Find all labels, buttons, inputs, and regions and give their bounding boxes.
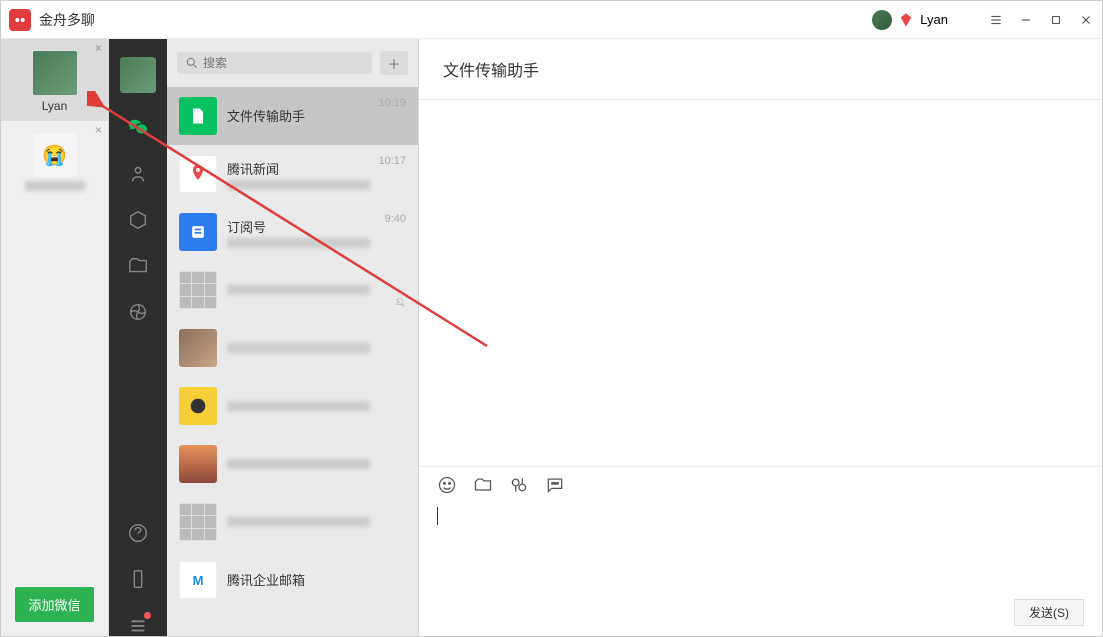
favorites-icon[interactable] xyxy=(127,209,149,231)
nav-avatar[interactable] xyxy=(120,57,156,93)
close-button[interactable] xyxy=(1078,12,1094,28)
add-chat-button[interactable]: ＋ xyxy=(380,51,408,75)
chat-avatar xyxy=(179,445,217,483)
chat-name-blurred xyxy=(227,343,370,353)
chat-time: 10:19 xyxy=(378,97,406,109)
search-icon xyxy=(185,56,199,70)
chat-avatar-news-icon xyxy=(179,155,217,193)
chat-item-tencent-news[interactable]: 腾讯新闻 10:17 xyxy=(167,145,418,203)
chat-name-blurred xyxy=(227,459,370,469)
account-item-2[interactable]: × 😭 xyxy=(1,121,108,203)
add-wechat-button[interactable]: 添加微信 xyxy=(15,587,94,622)
account-label-blurred xyxy=(25,181,85,191)
chat-time: 9:40 xyxy=(385,213,406,225)
chat-pane: 文件传输助手 发送(S) xyxy=(419,39,1102,636)
chat-icon[interactable] xyxy=(127,117,149,139)
files-icon[interactable] xyxy=(127,255,149,277)
file-icon[interactable] xyxy=(473,475,493,495)
chat-item-subscription[interactable]: 订阅号 9:40 xyxy=(167,203,418,261)
chat-item[interactable] xyxy=(167,435,418,493)
chat-avatar xyxy=(179,329,217,367)
app-title: 金舟多聊 xyxy=(39,10,95,30)
screenshot-icon[interactable] xyxy=(509,475,529,495)
chat-avatar-subscription-icon xyxy=(179,213,217,251)
chat-avatar-file-icon xyxy=(179,97,217,135)
chat-name-blurred xyxy=(227,285,370,295)
app-logo xyxy=(9,9,31,31)
chat-name-blurred xyxy=(227,517,370,527)
chat-avatar-group-icon xyxy=(179,271,217,309)
more-menu-icon[interactable] xyxy=(127,614,149,636)
chat-time: 10:17 xyxy=(378,155,406,167)
account-avatar xyxy=(33,51,77,95)
account-item-lyan[interactable]: × Lyan xyxy=(1,39,108,121)
chat-header-title: 文件传输助手 xyxy=(419,39,1102,100)
search-box[interactable] xyxy=(177,52,372,74)
mute-icon xyxy=(394,297,406,309)
chat-messages[interactable] xyxy=(419,100,1102,466)
chat-preview-blurred xyxy=(227,180,370,190)
chat-item-file-transfer[interactable]: 文件传输助手 10:19 xyxy=(167,87,418,145)
minimize-button[interactable] xyxy=(1018,12,1034,28)
user-name-label: Lyan xyxy=(920,12,948,27)
phone-icon[interactable] xyxy=(127,568,149,590)
account-close-icon[interactable]: × xyxy=(95,41,102,55)
accounts-sidebar: × Lyan × 😭 添加微信 xyxy=(1,39,109,636)
chat-preview-blurred xyxy=(227,238,370,248)
chat-name-blurred xyxy=(227,401,370,411)
chat-item[interactable] xyxy=(167,319,418,377)
account-avatar: 😭 xyxy=(33,133,77,177)
moments-icon[interactable] xyxy=(127,301,149,323)
chat-avatar-mail-icon: M xyxy=(179,561,217,599)
chat-input-area[interactable] xyxy=(419,503,1102,599)
wechat-nav xyxy=(109,39,167,636)
chat-name: 订阅号 xyxy=(227,217,406,236)
chat-toolbar xyxy=(419,466,1102,503)
chat-name: 腾讯企业邮箱 xyxy=(227,570,406,589)
chat-list: ＋ 文件传输助手 10:19 腾讯新闻 xyxy=(167,39,419,636)
account-close-icon[interactable]: × xyxy=(95,123,102,137)
chat-avatar-group-icon xyxy=(179,503,217,541)
user-info[interactable]: Lyan xyxy=(872,10,948,30)
search-input[interactable] xyxy=(203,56,364,70)
chat-item[interactable] xyxy=(167,377,418,435)
vip-badge-icon xyxy=(898,12,914,28)
menu-button[interactable] xyxy=(988,12,1004,28)
miniprogram-icon[interactable] xyxy=(127,522,149,544)
chat-avatar xyxy=(179,387,217,425)
text-cursor xyxy=(437,507,438,525)
notification-dot xyxy=(144,612,151,619)
chat-item-tencent-mail[interactable]: M 腾讯企业邮箱 xyxy=(167,551,418,609)
user-avatar xyxy=(872,10,892,30)
send-button[interactable]: 发送(S) xyxy=(1014,599,1084,626)
account-label: Lyan xyxy=(1,99,108,113)
title-bar: 金舟多聊 Lyan xyxy=(1,1,1102,39)
chat-item[interactable] xyxy=(167,261,418,319)
emoji-icon[interactable] xyxy=(437,475,457,495)
chat-item[interactable] xyxy=(167,493,418,551)
chat-history-icon[interactable] xyxy=(545,475,565,495)
maximize-button[interactable] xyxy=(1048,12,1064,28)
contacts-icon[interactable] xyxy=(127,163,149,185)
